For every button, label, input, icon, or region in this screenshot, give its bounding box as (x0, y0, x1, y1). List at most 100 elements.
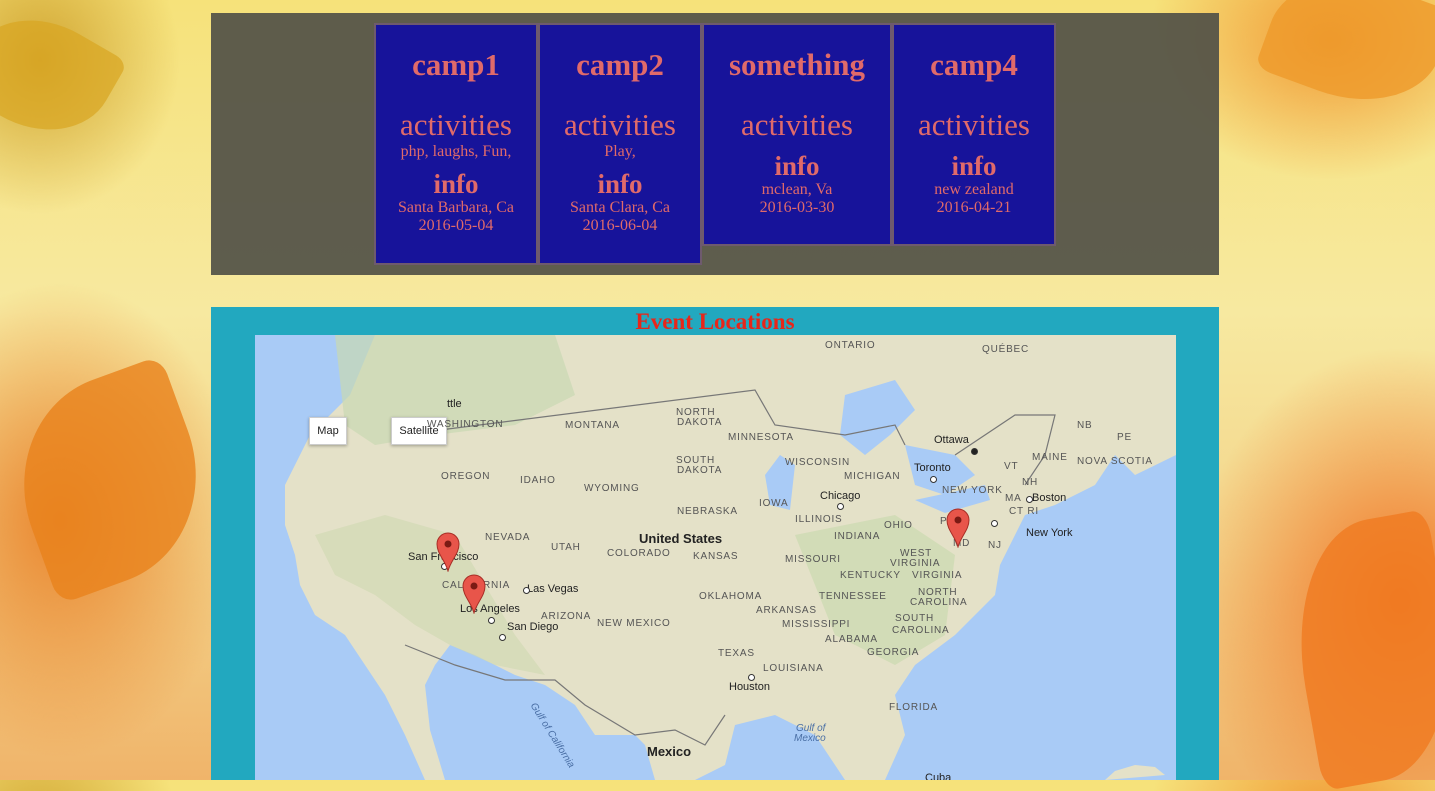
autumn-leaf-decoration (1254, 0, 1435, 126)
map-label: FLORIDA (889, 702, 938, 713)
camp-location: Santa Clara, Ca (570, 199, 670, 216)
map-label: TENNESSEE (819, 591, 887, 602)
map-label: SOUTH (895, 613, 934, 624)
info-heading: info (433, 169, 479, 199)
city-dot (488, 617, 495, 624)
map-type-button[interactable]: Map (309, 417, 347, 445)
map-label: COLORADO (607, 548, 671, 559)
map-label: CAROLINA (892, 625, 950, 636)
camp-name: camp4 (930, 47, 1018, 82)
activities-heading: activities (918, 107, 1030, 142)
camp-card: something activities info mclean, Va 201… (702, 23, 892, 246)
map-label: MONTANA (565, 420, 620, 431)
map-label: Mexico (647, 744, 692, 759)
map-label: CAL (442, 580, 464, 591)
map-label: MAINE (1032, 452, 1068, 463)
map-label: VT (1004, 461, 1019, 472)
city-dot (523, 587, 530, 594)
map-label: United States (639, 531, 723, 546)
camp-date: 2016-03-30 (759, 199, 835, 216)
camp-location: Santa Barbara, Ca (398, 199, 514, 216)
activities-heading: activities (400, 107, 512, 142)
camp-date: 2016-05-04 (418, 217, 494, 234)
map-label: WASHINGTON (427, 419, 504, 430)
map-label: NB (1077, 420, 1093, 431)
map-label: GEORGIA (867, 647, 920, 658)
map-label: NEW YORK (942, 485, 1003, 496)
map-marker[interactable] (462, 574, 486, 614)
map-label: NJ (988, 540, 1002, 551)
map-label: CT RI (1009, 506, 1039, 517)
map-label: ARKANSAS (756, 605, 817, 616)
map-label: PE (1117, 432, 1132, 443)
autumn-leaf-decoration (1278, 508, 1435, 791)
camp-card: camp4 activities info new zealand 2016-0… (892, 23, 1056, 246)
camp-name: camp2 (576, 47, 664, 82)
map-label: New York (1026, 527, 1073, 539)
city-dot (991, 520, 998, 527)
map-label: OKLAHOMA (699, 591, 763, 602)
activities-heading: activities (741, 107, 853, 142)
map-label: MINNESOTA (728, 432, 794, 443)
map-label: NEW MEXICO (597, 618, 671, 629)
city-dot (837, 503, 844, 510)
camp-location: new zealand (934, 181, 1014, 198)
city-dot (1026, 496, 1033, 503)
autumn-leaf-decoration (0, 0, 129, 158)
map-label: Cuba (925, 772, 952, 780)
map-label: CAROLINA (910, 597, 968, 608)
map-label: San Diego (507, 621, 559, 633)
map-label: NH (1022, 477, 1039, 488)
camp-date: 2016-04-21 (936, 199, 1012, 216)
map-label: Ottawa (934, 434, 969, 446)
camp-name: something (728, 47, 866, 82)
map-label: DAKOTA (677, 417, 723, 428)
map-label: VIRGINIA (912, 570, 963, 581)
map-label: RNIA (483, 580, 511, 591)
map-label: DAKOTA (677, 465, 723, 476)
map-label: VIRGINIA (890, 558, 941, 569)
activities-heading: activities (564, 107, 676, 142)
activities-list: Play, (604, 143, 636, 160)
map-label: NOVA SCOTIA (1077, 456, 1153, 467)
map-label: QUÉBEC (982, 344, 1030, 355)
map-label: MISSISSIPPI (782, 619, 851, 630)
map-label: NEVADA (485, 532, 531, 543)
map-label: OHIO (884, 520, 913, 531)
camp-name: camp1 (412, 47, 500, 82)
map-label: IOWA (759, 498, 789, 509)
map-label: IDAHO (520, 475, 556, 486)
map-label: Boston (1032, 492, 1067, 504)
event-locations-title: Event Locations (635, 309, 795, 334)
camp-card: camp2 activities Play, info Santa Clara,… (538, 23, 702, 265)
map-label: ttle (447, 398, 462, 410)
map-label: Las Vegas (527, 583, 579, 595)
map-label: MA (1005, 493, 1022, 504)
map-label: TEXAS (718, 648, 755, 659)
map-label: WISCONSIN (785, 457, 850, 468)
city-dot (499, 634, 506, 641)
autumn-leaf-decoration (0, 355, 229, 605)
map-marker[interactable] (436, 532, 460, 572)
map-label: KENTUCKY (840, 570, 901, 581)
map-label: ONTARIO (825, 340, 876, 351)
event-locations-panel: Event Locations Map Satellite ONTARIO QU… (211, 307, 1219, 780)
google-map[interactable]: Map Satellite ONTARIO QUÉBEC ttle WASHIN… (255, 335, 1176, 780)
map-label: LOUISIANA (763, 663, 824, 674)
map-label: Houston (729, 681, 770, 693)
city-dot (748, 674, 755, 681)
map-label: ILLINOIS (795, 514, 843, 525)
info-heading: info (774, 151, 820, 181)
map-label: MISSOURI (785, 554, 841, 565)
map-label: NEBRASKA (677, 506, 738, 517)
map-label: ALABAMA (825, 634, 878, 645)
camp-cards-panel: camp1 activities php, laughs, Fun, info … (211, 13, 1219, 275)
info-heading: info (951, 151, 997, 181)
activities-list: php, laughs, Fun, (400, 143, 512, 160)
map-marker[interactable] (946, 508, 970, 548)
map-label: OREGON (441, 471, 491, 482)
map-label: Toronto (914, 462, 951, 474)
map-label: UTAH (551, 542, 581, 553)
camp-location: mclean, Va (761, 181, 833, 198)
city-dot (971, 448, 978, 455)
